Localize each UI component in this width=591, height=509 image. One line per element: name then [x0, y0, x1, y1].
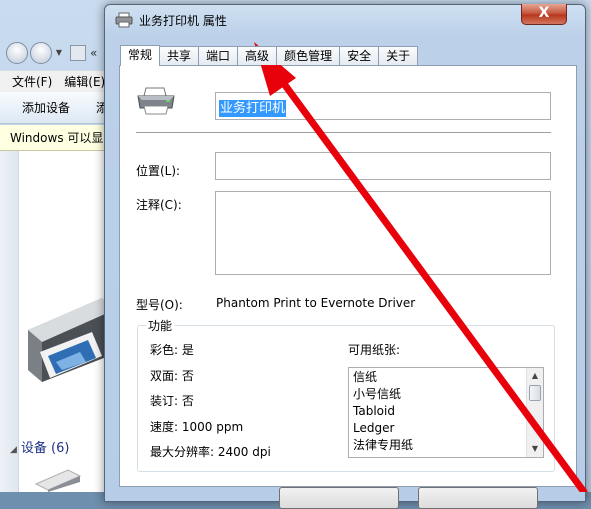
small-printer-icon[interactable]: [28, 466, 88, 492]
scroll-up-icon[interactable]: ▲: [527, 368, 543, 384]
add-device-button[interactable]: 添加设备: [22, 99, 70, 116]
location-label: 位置(L):: [136, 164, 181, 178]
print-test-page-button[interactable]: [418, 487, 538, 509]
feature-staple: 装订: 否: [150, 394, 194, 408]
printer-name-input[interactable]: 业务打印机: [215, 92, 551, 120]
paper-sizes-list[interactable]: 信纸 小号信纸 Tabloid Ledger 法律专用纸 ▲ ▼: [348, 367, 544, 458]
printer-name-selected-text: 业务打印机: [219, 100, 287, 117]
location-input[interactable]: [215, 152, 551, 180]
tab-advanced[interactable]: 高级: [237, 46, 278, 65]
close-button[interactable]: X: [521, 4, 567, 25]
feature-duplex: 双面: 否: [150, 369, 194, 383]
large-printer-icon[interactable]: [22, 290, 114, 386]
feature-max-resolution: 最大分辨率: 2400 dpi: [150, 445, 271, 459]
tab-strip: 常规 共享 端口 高级 颜色管理 安全 关于: [120, 45, 419, 66]
info-bar[interactable]: Windows 可以显: [0, 125, 120, 151]
comment-textarea[interactable]: [215, 191, 551, 275]
separator: [136, 132, 551, 133]
menu-file[interactable]: 文件(F): [12, 73, 52, 90]
feature-speed: 速度: 1000 ppm: [150, 420, 244, 434]
model-label: 型号(O):: [136, 298, 183, 312]
list-item[interactable]: 法律专用纸: [353, 437, 543, 454]
scroll-down-icon[interactable]: ▼: [527, 441, 543, 457]
menu-bar: 文件(F) 编辑(E): [0, 70, 120, 92]
tab-about[interactable]: 关于: [378, 46, 419, 65]
paper-sizes-label: 可用纸张:: [348, 343, 401, 357]
list-item[interactable]: Ledger: [353, 420, 543, 437]
features-group: 功能 彩色: 是 双面: 否 装订: 否 速度: 1000 ppm 最大分辨率:…: [137, 317, 555, 472]
list-item[interactable]: 信纸: [353, 369, 543, 386]
forward-button[interactable]: [30, 42, 52, 64]
list-item[interactable]: 小号信纸: [353, 386, 543, 403]
general-tab-panel: 业务打印机 位置(L): 注释(C): 型号(O): Phantom Print…: [119, 65, 577, 487]
tab-security[interactable]: 安全: [339, 46, 380, 65]
features-group-title: 功能: [146, 317, 175, 334]
printer-icon-large: [137, 87, 175, 115]
printer-properties-dialog: 业务打印机 属性 X 常规 共享 端口 高级 颜色管理 安全 关于 业务打印机 …: [104, 4, 586, 509]
devices-group-label: 设备 (6): [20, 441, 70, 456]
model-value: Phantom Print to Evernote Driver: [216, 296, 416, 310]
collapse-icon[interactable]: ◢: [10, 445, 17, 455]
paper-list-scrollbar[interactable]: ▲ ▼: [526, 368, 543, 457]
dialog-title-bar: 业务打印机 属性: [115, 10, 227, 30]
list-item[interactable]: Tabloid: [353, 403, 543, 420]
printer-icon: [115, 12, 133, 28]
tab-color-management[interactable]: 颜色管理: [276, 46, 341, 65]
tab-ports[interactable]: 端口: [198, 46, 239, 65]
back-button[interactable]: [6, 42, 28, 64]
dialog-title: 业务打印机 属性: [139, 13, 227, 28]
preferences-button[interactable]: [279, 487, 399, 509]
address-overflow-chevron[interactable]: «: [90, 46, 97, 60]
address-bar-icon: [70, 45, 86, 61]
scroll-thumb[interactable]: [529, 385, 541, 401]
comment-label: 注释(C):: [136, 198, 182, 212]
tab-sharing[interactable]: 共享: [159, 46, 200, 65]
feature-color: 彩色: 是: [150, 343, 194, 357]
toolbar: 添加设备 添: [0, 92, 120, 124]
navigation-bar: ▼ «: [6, 40, 97, 66]
menu-edit[interactable]: 编辑(E): [64, 73, 105, 90]
history-dropdown-icon[interactable]: ▼: [54, 48, 64, 58]
tab-general[interactable]: 常规: [120, 45, 161, 66]
devices-group-header[interactable]: ◢ 设备 (6): [10, 437, 69, 456]
